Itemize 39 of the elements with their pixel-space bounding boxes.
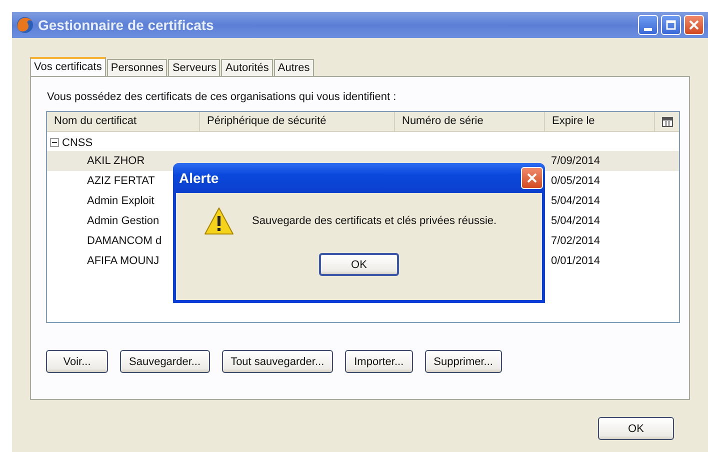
tab[interactable]: Autorités: [221, 59, 273, 76]
table-cell: 7/02/2014: [551, 235, 600, 247]
close-button[interactable]: [684, 15, 704, 35]
maximize-button[interactable]: [661, 15, 681, 35]
column-header[interactable]: Périphérique de sécurité: [200, 112, 395, 131]
table-cell: 5/04/2014: [551, 195, 600, 207]
table-cell: DAMANCOM d: [87, 235, 162, 247]
tab[interactable]: Serveurs: [168, 59, 220, 76]
tab[interactable]: Autres: [274, 59, 314, 76]
close-icon: [689, 20, 699, 30]
globe-icon: [16, 16, 34, 34]
ok-button[interactable]: OK: [598, 417, 674, 440]
tab[interactable]: Personnes: [106, 59, 168, 76]
table-cell: AKIL ZHOR: [87, 155, 145, 167]
alert-message: Sauvegarde des certificats et clés privées réussie.: [252, 215, 497, 227]
warning-icon: [204, 207, 234, 235]
collapse-toggle-icon[interactable]: [50, 138, 59, 147]
action-button[interactable]: Tout sauvegarder...: [222, 350, 334, 373]
column-header[interactable]: Numéro de série: [395, 112, 545, 131]
dialog-title: Alerte: [179, 170, 219, 186]
maximize-icon: [666, 20, 676, 30]
tab[interactable]: Vos certificats: [30, 57, 106, 77]
close-icon: [527, 173, 537, 183]
column-picker-icon[interactable]: [662, 116, 672, 126]
tree-group-label[interactable]: CNSS: [62, 136, 93, 148]
table-cell: Admin Exploit: [87, 195, 154, 207]
action-button[interactable]: Sauvegarder...: [120, 350, 210, 373]
table-cell: 7/09/2014: [551, 155, 600, 167]
action-button[interactable]: Importer...: [345, 350, 413, 373]
window-title: Gestionnaire de certificats: [38, 17, 215, 33]
ok-button[interactable]: OK: [319, 253, 399, 276]
minimize-icon: [644, 28, 652, 30]
column-header[interactable]: Nom du certificat: [47, 112, 200, 131]
minimize-button[interactable]: [638, 15, 658, 35]
description-text: Vous possédez des certificats de ces organisations qui vous identifient :: [47, 91, 398, 103]
column-header[interactable]: Expire le: [545, 112, 655, 131]
close-button[interactable]: [521, 167, 543, 189]
action-button[interactable]: Voir...: [46, 350, 108, 373]
action-button[interactable]: Supprimer...: [424, 350, 502, 373]
